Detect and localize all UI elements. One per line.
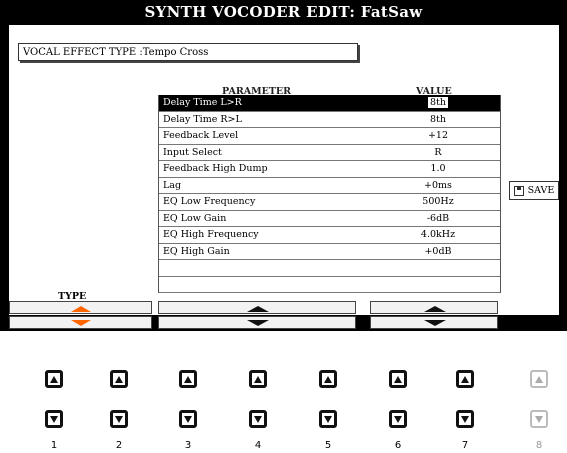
down-triangle-icon: [254, 415, 262, 423]
button-7-down[interactable]: [456, 410, 474, 428]
button-6-up[interactable]: [389, 370, 407, 388]
type-down-button[interactable]: [9, 316, 152, 329]
button-number: 7: [461, 440, 469, 451]
up-arrow-icon: [71, 306, 91, 312]
up-triangle-icon: [115, 375, 123, 383]
up-triangle-icon: [50, 375, 58, 383]
down-triangle-icon: [324, 415, 332, 423]
param-name: EQ High Gain: [163, 245, 230, 257]
button-4-down[interactable]: [249, 410, 267, 428]
table-row-empty: [159, 277, 500, 293]
button-5-down[interactable]: [319, 410, 337, 428]
button-number: 1: [50, 440, 58, 451]
table-row[interactable]: EQ Low Gain -6dB: [159, 211, 500, 227]
table-row[interactable]: Delay Time R>L 8th: [159, 112, 500, 128]
param-name: Delay Time R>L: [163, 113, 242, 125]
vocal-effect-type-value: Tempo Cross: [142, 47, 209, 58]
button-1-up[interactable]: [45, 370, 63, 388]
down-arrow-icon: [247, 320, 269, 326]
param-value: +0dB: [424, 245, 452, 257]
button-6-down[interactable]: [389, 410, 407, 428]
up-arrow-icon: [247, 306, 269, 312]
button-number: 3: [184, 440, 192, 451]
param-name: EQ Low Frequency: [163, 196, 256, 208]
param-name: EQ Low Gain: [163, 212, 227, 224]
button-4-up[interactable]: [249, 370, 267, 388]
table-row[interactable]: EQ High Gain +0dB: [159, 244, 500, 260]
down-triangle-icon: [535, 415, 543, 423]
param-value: R: [434, 146, 442, 158]
up-triangle-icon: [184, 375, 192, 383]
lcd-screen: SYNTH VOCODER EDIT: FatSaw VOCAL EFFECT …: [0, 0, 567, 331]
up-arrow-icon: [424, 306, 446, 312]
up-triangle-icon: [324, 375, 332, 383]
table-row[interactable]: EQ High Frequency 4.0kHz: [159, 227, 500, 244]
button-1-down[interactable]: [45, 410, 63, 428]
vocal-effect-type-label: VOCAL EFFECT TYPE :: [23, 47, 143, 58]
button-5-up[interactable]: [319, 370, 337, 388]
table-row[interactable]: Feedback High Dump 1.0: [159, 161, 500, 178]
param-name: Lag: [163, 179, 182, 191]
table-row[interactable]: Delay Time L>R 8th: [159, 95, 500, 112]
param-name: Delay Time L>R: [163, 97, 242, 109]
down-triangle-icon: [115, 415, 123, 423]
up-triangle-icon: [461, 375, 469, 383]
up-triangle-icon: [535, 375, 543, 383]
button-7-up[interactable]: [456, 370, 474, 388]
button-number: 5: [324, 440, 332, 451]
param-value: 1.0: [430, 163, 446, 175]
page-title: SYNTH VOCODER EDIT: FatSaw: [144, 3, 423, 21]
parameter-table: Delay Time L>R 8th Delay Time R>L 8th Feed…: [158, 95, 501, 293]
param-name: Feedback High Dump: [163, 163, 268, 175]
param-value: -6dB: [426, 212, 450, 224]
button-3-down[interactable]: [179, 410, 197, 428]
param-name: Input Select: [163, 146, 222, 158]
value-down-button[interactable]: [370, 316, 498, 329]
up-triangle-icon: [394, 375, 402, 383]
table-row[interactable]: Input Select R: [159, 145, 500, 161]
button-8-up[interactable]: [530, 370, 548, 388]
param-value: 500Hz: [422, 196, 454, 208]
param-value: 4.0kHz: [420, 229, 456, 241]
table-row[interactable]: EQ Low Frequency 500Hz: [159, 194, 500, 211]
param-value: 8th: [430, 113, 446, 125]
parameter-down-button[interactable]: [158, 316, 356, 329]
button-2-up[interactable]: [110, 370, 128, 388]
down-arrow-icon: [71, 320, 91, 326]
button-number: 2: [115, 440, 123, 451]
button-3-up[interactable]: [179, 370, 197, 388]
down-triangle-icon: [461, 415, 469, 423]
parameter-up-button[interactable]: [158, 301, 356, 314]
value-up-button[interactable]: [370, 301, 498, 314]
down-triangle-icon: [184, 415, 192, 423]
table-row[interactable]: Lag +0ms: [159, 178, 500, 194]
param-value: 8th: [428, 97, 448, 109]
vocal-effect-type-field[interactable]: VOCAL EFFECT TYPE :Tempo Cross: [18, 43, 358, 61]
param-name: EQ High Frequency: [163, 229, 259, 241]
type-up-button[interactable]: [9, 301, 152, 314]
button-2-down[interactable]: [110, 410, 128, 428]
down-arrow-icon: [424, 320, 446, 326]
param-value: +0ms: [424, 179, 452, 191]
param-value: +12: [427, 130, 449, 142]
floppy-disk-icon: [513, 185, 524, 196]
table-row-empty: [159, 260, 500, 277]
down-triangle-icon: [394, 415, 402, 423]
save-label: SAVE: [527, 185, 555, 196]
button-number: 8: [535, 440, 543, 451]
table-row[interactable]: Feedback Level +12: [159, 128, 500, 145]
button-8-down[interactable]: [530, 410, 548, 428]
button-number: 4: [254, 440, 262, 451]
save-button[interactable]: SAVE: [509, 181, 559, 200]
param-name: Feedback Level: [163, 130, 239, 142]
down-triangle-icon: [50, 415, 58, 423]
up-triangle-icon: [254, 375, 262, 383]
button-number: 6: [394, 440, 402, 451]
